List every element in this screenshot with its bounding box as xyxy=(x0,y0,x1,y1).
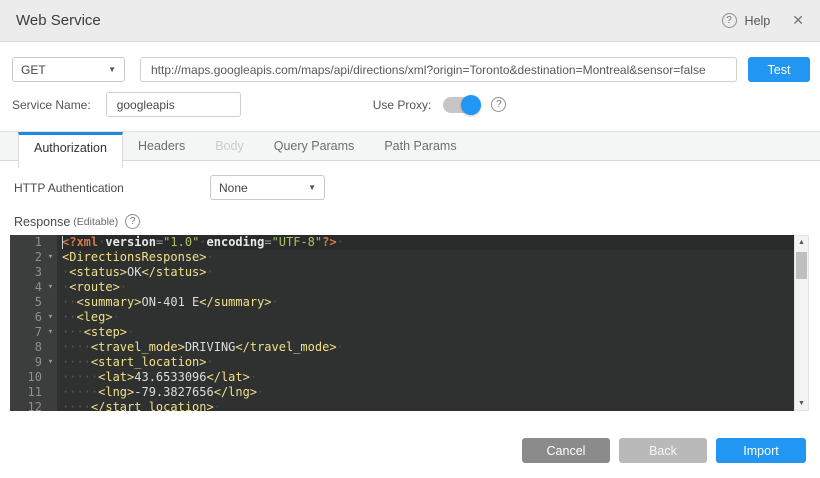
response-label: Response xyxy=(14,215,70,229)
dialog-header: Web Service ? Help ✕ xyxy=(0,0,820,42)
scroll-up-icon[interactable]: ▲ xyxy=(795,239,808,246)
line-number: 6 xyxy=(10,310,44,325)
auth-row: HTTP Authentication None ▼ xyxy=(14,175,806,200)
use-proxy-label: Use Proxy: xyxy=(373,98,432,112)
help-icon[interactable]: ? xyxy=(722,13,737,28)
http-method-value: GET xyxy=(21,63,46,77)
url-input[interactable] xyxy=(140,57,737,82)
fold-spacer xyxy=(44,340,57,355)
editor-scrollbar[interactable]: ▲ ▼ xyxy=(794,235,809,411)
gutter-line: 11 xyxy=(10,385,57,400)
response-editor[interactable]: 12▾34▾56▾7▾89▾101112 <?xml·version="1.0"… xyxy=(10,235,794,411)
dialog-title: Web Service xyxy=(16,12,101,29)
chevron-down-icon: ▼ xyxy=(308,183,316,192)
response-help-icon[interactable]: ? xyxy=(125,214,140,229)
code-line: <?xml·version="1.0"·encoding="UTF-8"?>· xyxy=(62,235,794,250)
service-row: Service Name: Use Proxy: ? xyxy=(12,92,810,117)
close-icon[interactable]: ✕ xyxy=(792,12,804,29)
gutter-line: 1 xyxy=(10,235,57,250)
code-line: <DirectionsResponse>· xyxy=(62,250,794,265)
fold-spacer xyxy=(44,295,57,310)
service-name-input[interactable] xyxy=(106,92,241,117)
http-method-select[interactable]: GET ▼ xyxy=(12,57,125,82)
http-auth-value: None xyxy=(219,181,248,195)
code-line: ····<start_location>· xyxy=(62,355,794,370)
code-line: ·<route>· xyxy=(62,280,794,295)
line-number: 5 xyxy=(10,295,44,310)
code-line: ·····<lng>-79.3827656</lng>· xyxy=(62,385,794,400)
line-number: 11 xyxy=(10,385,44,400)
test-button[interactable]: Test xyxy=(748,57,810,82)
code-line: ····</start_location>· xyxy=(62,400,794,411)
fold-icon[interactable]: ▾ xyxy=(44,310,57,325)
line-number: 7 xyxy=(10,325,44,340)
tab-path-params[interactable]: Path Params xyxy=(369,132,471,160)
line-number: 12 xyxy=(10,400,44,411)
fold-spacer xyxy=(44,370,57,385)
toggle-knob xyxy=(461,95,481,115)
line-number: 1 xyxy=(10,235,44,250)
scroll-down-icon[interactable]: ▼ xyxy=(795,400,808,407)
gutter-line: 6▾ xyxy=(10,310,57,325)
service-name-label: Service Name: xyxy=(12,98,91,112)
gutter-line: 10 xyxy=(10,370,57,385)
tab-bar: AuthorizationHeadersBodyQuery ParamsPath… xyxy=(0,131,820,161)
tab-authorization[interactable]: Authorization xyxy=(18,132,123,168)
gutter-line: 9▾ xyxy=(10,355,57,370)
gutter-line: 5 xyxy=(10,295,57,310)
proxy-help-icon[interactable]: ? xyxy=(491,97,506,112)
tab-body: Body xyxy=(200,132,259,160)
http-auth-label: HTTP Authentication xyxy=(14,181,210,195)
fold-icon[interactable]: ▾ xyxy=(44,250,57,265)
line-number: 10 xyxy=(10,370,44,385)
line-number: 2 xyxy=(10,250,44,265)
chevron-down-icon: ▼ xyxy=(108,65,116,74)
help-link[interactable]: Help xyxy=(745,14,771,28)
fold-spacer xyxy=(44,265,57,280)
editor-gutter: 12▾34▾56▾7▾89▾101112 xyxy=(10,235,57,411)
tab-query-params[interactable]: Query Params xyxy=(259,132,370,160)
text-cursor xyxy=(62,236,63,249)
gutter-line: 12 xyxy=(10,400,57,411)
cancel-button[interactable]: Cancel xyxy=(522,438,610,463)
fold-spacer xyxy=(44,400,57,411)
scrollbar-thumb[interactable] xyxy=(796,252,807,279)
line-number: 8 xyxy=(10,340,44,355)
line-number: 3 xyxy=(10,265,44,280)
code-line: ··<leg>· xyxy=(62,310,794,325)
use-proxy-toggle[interactable] xyxy=(443,97,479,113)
response-header: Response (Editable) ? xyxy=(14,214,820,229)
request-row: GET ▼ Test xyxy=(12,57,810,82)
gutter-line: 2▾ xyxy=(10,250,57,265)
gutter-line: 8 xyxy=(10,340,57,355)
gutter-line: 7▾ xyxy=(10,325,57,340)
fold-spacer xyxy=(44,385,57,400)
response-editor-wrap: 12▾34▾56▾7▾89▾101112 <?xml·version="1.0"… xyxy=(10,235,809,411)
fold-icon[interactable]: ▾ xyxy=(44,355,57,370)
fold-icon[interactable]: ▾ xyxy=(44,280,57,295)
tab-headers[interactable]: Headers xyxy=(123,132,200,160)
code-line: ···<step>· xyxy=(62,325,794,340)
code-line: ·····<lat>43.6533096</lat>· xyxy=(62,370,794,385)
line-number: 9 xyxy=(10,355,44,370)
code-line: ·<status>OK</status>· xyxy=(62,265,794,280)
http-auth-select[interactable]: None ▼ xyxy=(210,175,325,200)
code-line: ····<travel_mode>DRIVING</travel_mode>· xyxy=(62,340,794,355)
line-number: 4 xyxy=(10,280,44,295)
fold-icon[interactable]: ▾ xyxy=(44,325,57,340)
gutter-line: 3 xyxy=(10,265,57,280)
editor-code: <?xml·version="1.0"·encoding="UTF-8"?>·<… xyxy=(57,235,794,411)
code-line: ··<summary>ON-401 E</summary>· xyxy=(62,295,794,310)
fold-spacer xyxy=(44,235,57,250)
footer-buttons: Cancel Back Import xyxy=(522,438,806,463)
gutter-line: 4▾ xyxy=(10,280,57,295)
response-editable-label: (Editable) xyxy=(73,216,118,228)
import-button[interactable]: Import xyxy=(716,438,806,463)
back-button[interactable]: Back xyxy=(619,438,707,463)
